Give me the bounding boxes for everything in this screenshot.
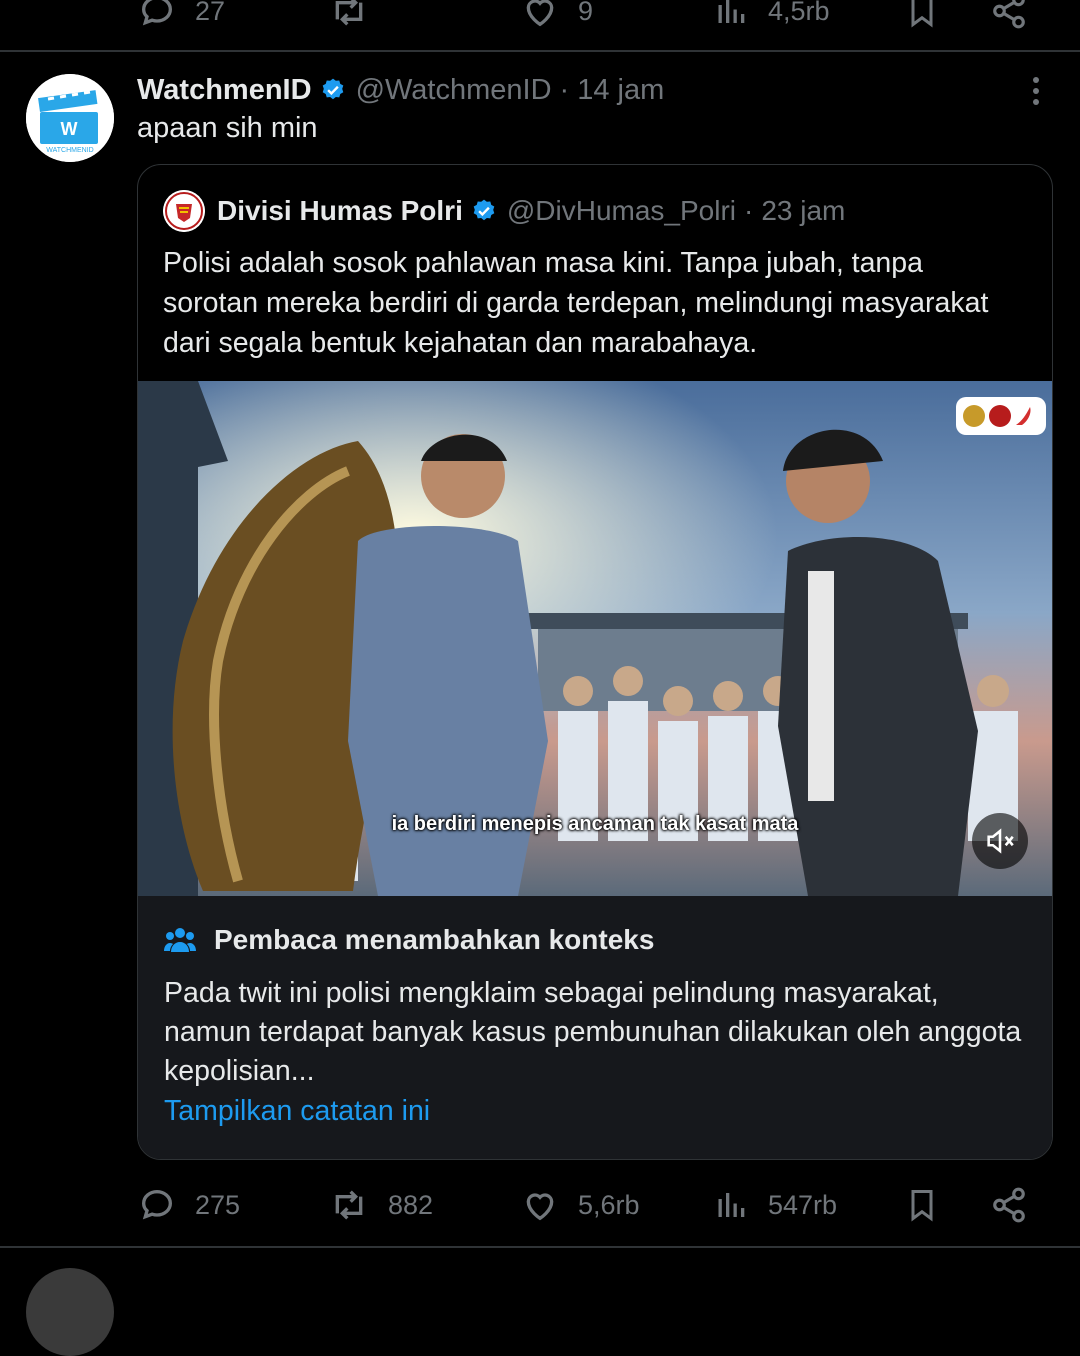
retweet-icon	[328, 1185, 370, 1225]
like-count: 5,6rb	[578, 1189, 640, 1220]
quoted-tweet-card[interactable]: Divisi Humas Polri @DivHumas_Polri · 23 …	[137, 164, 1053, 1160]
prev-like-button[interactable]: 9	[520, 0, 593, 36]
quoted-tweet-text: Polisi adalah sosok pahlawan masa kini. …	[163, 247, 989, 359]
bookmark-icon	[904, 1185, 940, 1225]
heart-icon	[520, 0, 560, 31]
community-note-title: Pembaca menambahkan konteks	[214, 924, 655, 955]
prev-like-count: 9	[578, 0, 594, 26]
quoted-author-handle: @DivHumas_Polri	[506, 195, 737, 226]
quoted-author-name: Divisi Humas Polri	[217, 195, 463, 226]
verified-badge-icon	[320, 77, 346, 103]
separator: ·	[559, 73, 570, 106]
community-note: Pembaca menambahkan konteks Pada twit in…	[138, 896, 1052, 1159]
tweet-divider	[0, 50, 1080, 52]
avatar-caption: WATCHMENID	[46, 147, 93, 154]
quoted-timestamp: 23 jam	[761, 195, 846, 226]
prev-views-count: 4,5rb	[768, 0, 830, 26]
tweet-actions: 275 882 5,6rb 547rb	[0, 1180, 1080, 1230]
more-options-button[interactable]	[1022, 76, 1050, 106]
mute-button[interactable]	[972, 813, 1028, 869]
views-chart-icon	[714, 0, 750, 31]
more-dots-icon	[1022, 76, 1050, 106]
speaker-muted-icon	[983, 824, 1017, 858]
share-button[interactable]	[990, 1180, 1028, 1230]
quoted-tweet-header: Divisi Humas Polri @DivHumas_Polri · 23 …	[163, 189, 845, 233]
prev-views-button[interactable]: 4,5rb	[714, 0, 830, 36]
retweet-icon	[328, 0, 370, 31]
avatar[interactable]: W WATCHMENID	[26, 74, 114, 162]
show-note-link[interactable]: Tampilkan catatan ini	[164, 1095, 430, 1128]
separator: ·	[744, 195, 754, 226]
views-count: 547rb	[768, 1189, 838, 1220]
verified-badge-icon	[471, 198, 497, 224]
video-player[interactable]: ia berdiri menepis ancaman tak kasat mat…	[138, 381, 1052, 896]
reply-button[interactable]: 275	[137, 1180, 240, 1230]
reply-count: 275	[195, 1189, 241, 1220]
community-note-header: Pembaca menambahkan konteks	[164, 924, 654, 956]
share-icon	[990, 1185, 1028, 1225]
reply-icon	[137, 1185, 177, 1225]
prev-share-button[interactable]	[990, 0, 1028, 36]
tweet-timestamp[interactable]: 14 jam	[577, 74, 664, 107]
author-handle[interactable]: @WatchmenID	[356, 74, 552, 107]
prev-reply-button[interactable]: 27	[137, 0, 225, 36]
quoted-avatar[interactable]	[163, 190, 205, 232]
tweet-header: WatchmenID @WatchmenID · 14 jam	[137, 70, 664, 110]
prev-tweet-actions: 27 9 4,5rb	[0, 0, 1080, 36]
bookmark-icon	[904, 0, 940, 31]
bookmark-button[interactable]	[904, 1180, 940, 1230]
video-caption: ia berdiri menepis ancaman tak kasat mat…	[391, 813, 799, 835]
tweet-divider	[0, 1246, 1080, 1248]
people-icon	[164, 926, 196, 954]
community-note-text: Pada twit ini polisi mengklaim sebagai p…	[164, 977, 1022, 1087]
prev-bookmark-button[interactable]	[904, 0, 940, 36]
like-button[interactable]: 5,6rb	[520, 1180, 640, 1230]
reply-icon	[137, 0, 177, 31]
broadcaster-logos	[956, 397, 1046, 435]
heart-icon	[520, 1185, 560, 1225]
avatar-letter: W	[61, 119, 78, 139]
tweet-text: apaan sih min	[137, 112, 318, 144]
share-icon	[990, 0, 1028, 31]
next-tweet-avatar[interactable]	[26, 1268, 114, 1356]
author-name[interactable]: WatchmenID	[137, 74, 312, 107]
views-button[interactable]: 547rb	[714, 1180, 837, 1230]
retweet-button[interactable]: 882	[328, 1180, 433, 1230]
clapperboard-icon: W	[38, 90, 98, 144]
retweet-count: 882	[388, 1189, 434, 1220]
prev-reply-count: 27	[195, 0, 226, 26]
views-chart-icon	[714, 1185, 750, 1225]
prev-retweet-button[interactable]	[328, 0, 370, 36]
